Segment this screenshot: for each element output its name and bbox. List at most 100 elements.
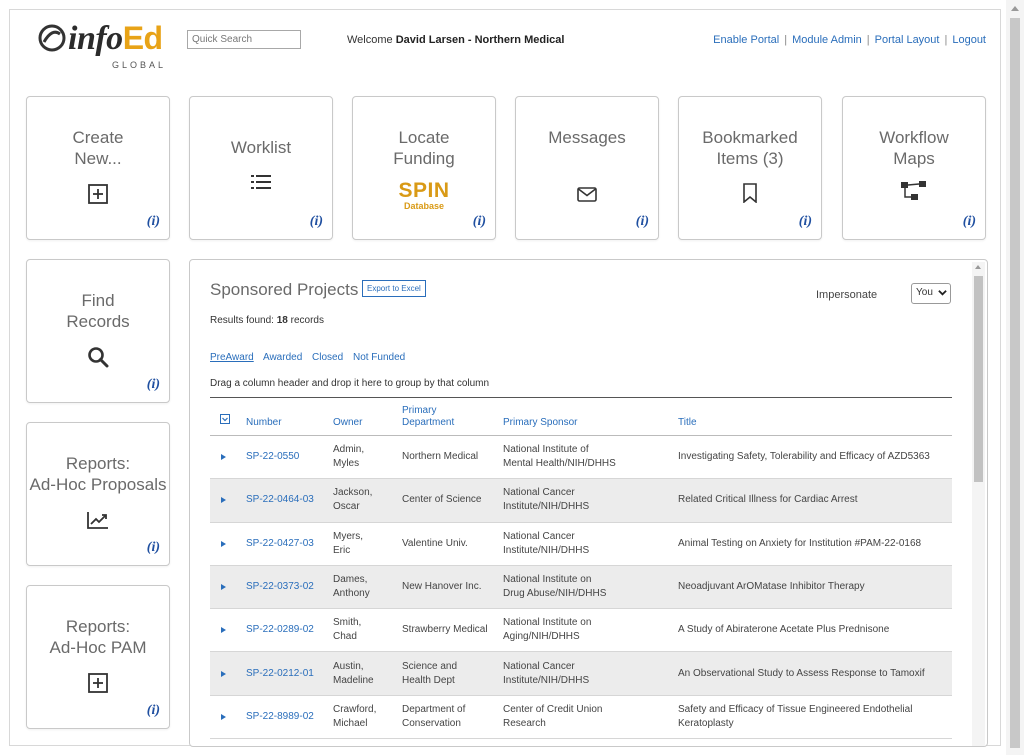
info-icon[interactable]: (i) — [310, 214, 323, 230]
department-cell: New Hanover Inc. — [402, 581, 482, 593]
info-icon[interactable]: (i) — [147, 703, 160, 719]
tile-label: Create New... — [72, 128, 124, 168]
title-cell: Animal Testing on Anxiety for Institutio… — [678, 537, 922, 549]
expand-row-icon[interactable] — [221, 670, 226, 677]
tile-label: Reports: Ad-Hoc PAM — [49, 617, 147, 657]
table-row[interactable]: SP-22-8989-02 Crawford, Michael Department… — [210, 696, 952, 740]
scroll-thumb[interactable] — [974, 276, 983, 482]
project-number-link[interactable]: SP-22-0550 — [246, 450, 299, 464]
tab-not-funded[interactable]: Not Funded — [353, 352, 405, 363]
module-admin-link[interactable]: Module Admin — [792, 34, 862, 46]
info-icon[interactable]: (i) — [799, 214, 812, 230]
scroll-up-icon[interactable] — [975, 265, 981, 269]
page-scrollbar[interactable] — [1006, 0, 1024, 755]
logo-mark-icon — [38, 24, 66, 52]
list-icon — [251, 175, 271, 189]
title-cell: Neoadjuvant ArOMatase Inhibitor Therapy — [678, 581, 865, 593]
project-number-link[interactable]: SP-22-0373-02 — [246, 580, 314, 594]
expand-row-icon[interactable] — [221, 497, 226, 504]
scroll-thumb[interactable] — [1010, 18, 1020, 748]
export-to-excel-button[interactable]: Export to Excel — [362, 280, 426, 297]
title-cell: Safety and Efficacy of Tissue Engineered… — [678, 703, 913, 729]
table-row[interactable]: SP-22-0550 Admin, Myles Northern Medical Na… — [210, 436, 952, 480]
title-cell: An Observational Study to Assess Respons… — [678, 667, 925, 679]
column-header-title[interactable]: Title — [678, 417, 697, 429]
info-icon[interactable]: (i) — [963, 214, 976, 230]
tile-locate-funding[interactable]: Locate Funding SPIN Database (i) — [352, 96, 496, 240]
envelope-icon — [577, 187, 597, 202]
expand-row-icon[interactable] — [221, 713, 226, 720]
department-cell: Northern Medical — [402, 451, 479, 463]
tile-find-records[interactable]: Find Records (i) — [26, 259, 170, 403]
project-number-link[interactable]: SP-22-0289-02 — [246, 623, 314, 637]
scroll-up-icon[interactable] — [1011, 6, 1019, 11]
column-header-sponsor[interactable]: Primary Sponsor — [503, 417, 577, 429]
tab-preaward[interactable]: PreAward — [210, 352, 254, 363]
tile-reports-adhoc-pam[interactable]: Reports: Ad-Hoc PAM (i) — [26, 585, 170, 729]
tile-label: Worklist — [230, 138, 292, 157]
impersonate-select[interactable]: You — [911, 283, 951, 304]
tile-worklist[interactable]: Worklist (i) — [189, 96, 333, 240]
grid-body: SP-22-0550 Admin, Myles Northern Medical Na… — [210, 436, 952, 740]
sponsor-cell: National Institute on Aging/NIH/DHHS — [503, 617, 592, 643]
top-links: Enable Portal | Module Admin | Portal Layout… — [713, 34, 986, 46]
panel-title: Sponsored Projects — [210, 280, 359, 299]
sponsor-cell: National Institute of Mental Health/NIH/… — [503, 444, 616, 470]
chart-icon — [87, 512, 108, 529]
tile-create-new[interactable]: Create New... (i) — [26, 96, 170, 240]
table-row[interactable]: SP-22-0464-03 Jackson, Oscar Center of Sci… — [210, 479, 952, 523]
info-icon[interactable]: (i) — [636, 214, 649, 230]
info-icon[interactable]: (i) — [147, 214, 160, 230]
column-header-number[interactable]: Number — [246, 417, 282, 429]
info-icon[interactable]: (i) — [473, 214, 486, 230]
tile-label: Reports: Ad-Hoc Proposals — [29, 454, 167, 494]
tile-label: Locate Funding — [393, 128, 455, 168]
quick-search-input[interactable] — [187, 30, 301, 49]
tab-awarded[interactable]: Awarded — [263, 352, 302, 363]
group-drop-divider — [210, 397, 952, 398]
impersonate-label: Impersonate — [816, 289, 878, 301]
grid-header: Number Owner Primary Department Primary … — [210, 400, 952, 436]
tile-reports-adhoc-proposals[interactable]: Reports: Ad-Hoc Proposals (i) — [26, 422, 170, 566]
plus-square-icon — [88, 184, 108, 204]
search-icon — [88, 347, 109, 368]
tile-bookmarked-items[interactable]: Bookmarked Items (3) (i) — [678, 96, 822, 240]
info-icon[interactable]: (i) — [147, 377, 160, 393]
welcome-user: David Larsen - Northern Medical — [395, 34, 565, 46]
owner-cell: Crawford, Michael — [333, 703, 377, 729]
logout-link[interactable]: Logout — [952, 34, 986, 46]
infoed-logo[interactable]: infoEd GLOBAL — [38, 20, 178, 70]
expand-row-icon[interactable] — [221, 627, 226, 634]
spin-database-logo: SPIN Database — [398, 179, 450, 211]
column-header-department[interactable]: Primary Department — [402, 405, 454, 429]
table-row[interactable]: SP-22-0212-01 Austin, Madeline Science and… — [210, 652, 952, 696]
project-number-link[interactable]: SP-22-8989-02 — [246, 710, 314, 724]
table-row[interactable]: SP-22-0373-02 Dames, Anthony New Hanover I… — [210, 565, 952, 610]
table-row[interactable]: SP-22-0427-03 Myers, Eric Valentine Univ. N… — [210, 523, 952, 566]
owner-cell: Austin, Madeline — [333, 660, 374, 686]
project-number-link[interactable]: SP-22-0427-03 — [246, 537, 314, 551]
expand-row-icon[interactable] — [221, 540, 226, 547]
projects-grid: Number Owner Primary Department Primary … — [210, 400, 952, 740]
enable-portal-link[interactable]: Enable Portal — [713, 34, 779, 46]
expand-row-icon[interactable] — [221, 454, 226, 461]
column-header-owner[interactable]: Owner — [333, 417, 362, 429]
tab-closed[interactable]: Closed — [312, 352, 343, 363]
project-number-link[interactable]: SP-22-0464-03 — [246, 493, 314, 507]
panel-scrollbar[interactable] — [972, 262, 985, 746]
project-number-link[interactable]: SP-22-0212-01 — [246, 667, 314, 681]
owner-cell: Smith, Chad — [333, 617, 362, 643]
column-menu-icon[interactable] — [220, 414, 230, 428]
title-cell: A Study of Abiraterone Acetate Plus Pred… — [678, 624, 890, 636]
title-cell: Investigating Safety, Tolerability and E… — [678, 451, 930, 463]
info-icon[interactable]: (i) — [147, 540, 160, 556]
tile-messages[interactable]: Messages (i) — [515, 96, 659, 240]
sponsor-cell: National Institute on Drug Abuse/NIH/DHH… — [503, 574, 607, 600]
plus-square-icon — [88, 673, 108, 693]
tile-workflow-maps[interactable]: Workflow Maps (i) — [842, 96, 986, 240]
table-row[interactable]: SP-22-0289-02 Smith, Chad Strawberry Medic… — [210, 609, 952, 653]
portal-layout-link[interactable]: Portal Layout — [875, 34, 940, 46]
logo-subtext: GLOBAL — [112, 60, 167, 70]
sponsor-cell: Center of Credit Union Research — [503, 703, 603, 729]
expand-row-icon[interactable] — [221, 584, 226, 591]
